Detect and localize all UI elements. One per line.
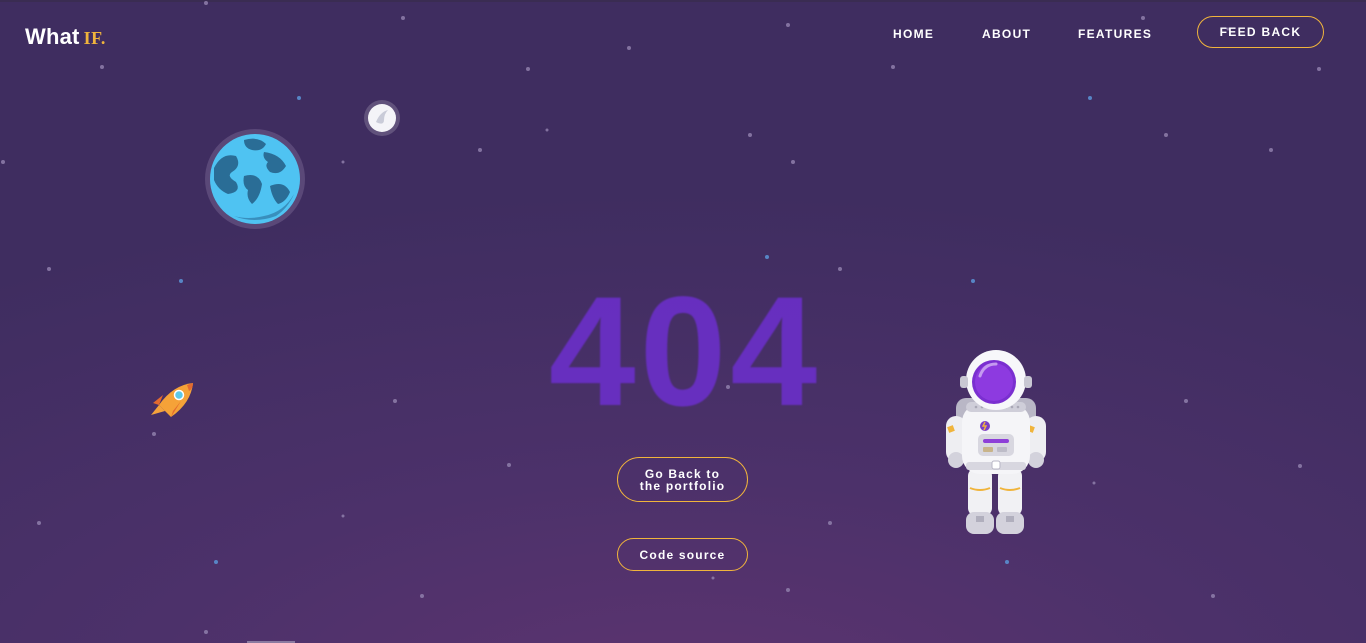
- earth-icon: [205, 129, 305, 229]
- error-code: 404: [548, 265, 822, 439]
- astronaut-icon: [946, 350, 1046, 534]
- brand-logo[interactable]: What IF.: [25, 24, 106, 50]
- nav-about[interactable]: ABOUT: [982, 27, 1031, 41]
- back-button-line2: the portfolio: [639, 478, 726, 493]
- logo-accent-text: IF.: [83, 28, 106, 48]
- rocket-icon: [151, 383, 193, 417]
- code-source-button[interactable]: Code source: [617, 538, 748, 571]
- nav-home[interactable]: HOME: [893, 27, 934, 41]
- feedback-button[interactable]: FEED BACK: [1197, 16, 1324, 48]
- back-to-portfolio-button[interactable]: Go Back to the portfolio: [617, 457, 748, 502]
- moon-icon: [364, 100, 400, 136]
- back-button-line1: Go Back to: [644, 466, 721, 481]
- logo-main-text: What: [25, 24, 80, 49]
- nav-features[interactable]: FEATURES: [1078, 27, 1152, 41]
